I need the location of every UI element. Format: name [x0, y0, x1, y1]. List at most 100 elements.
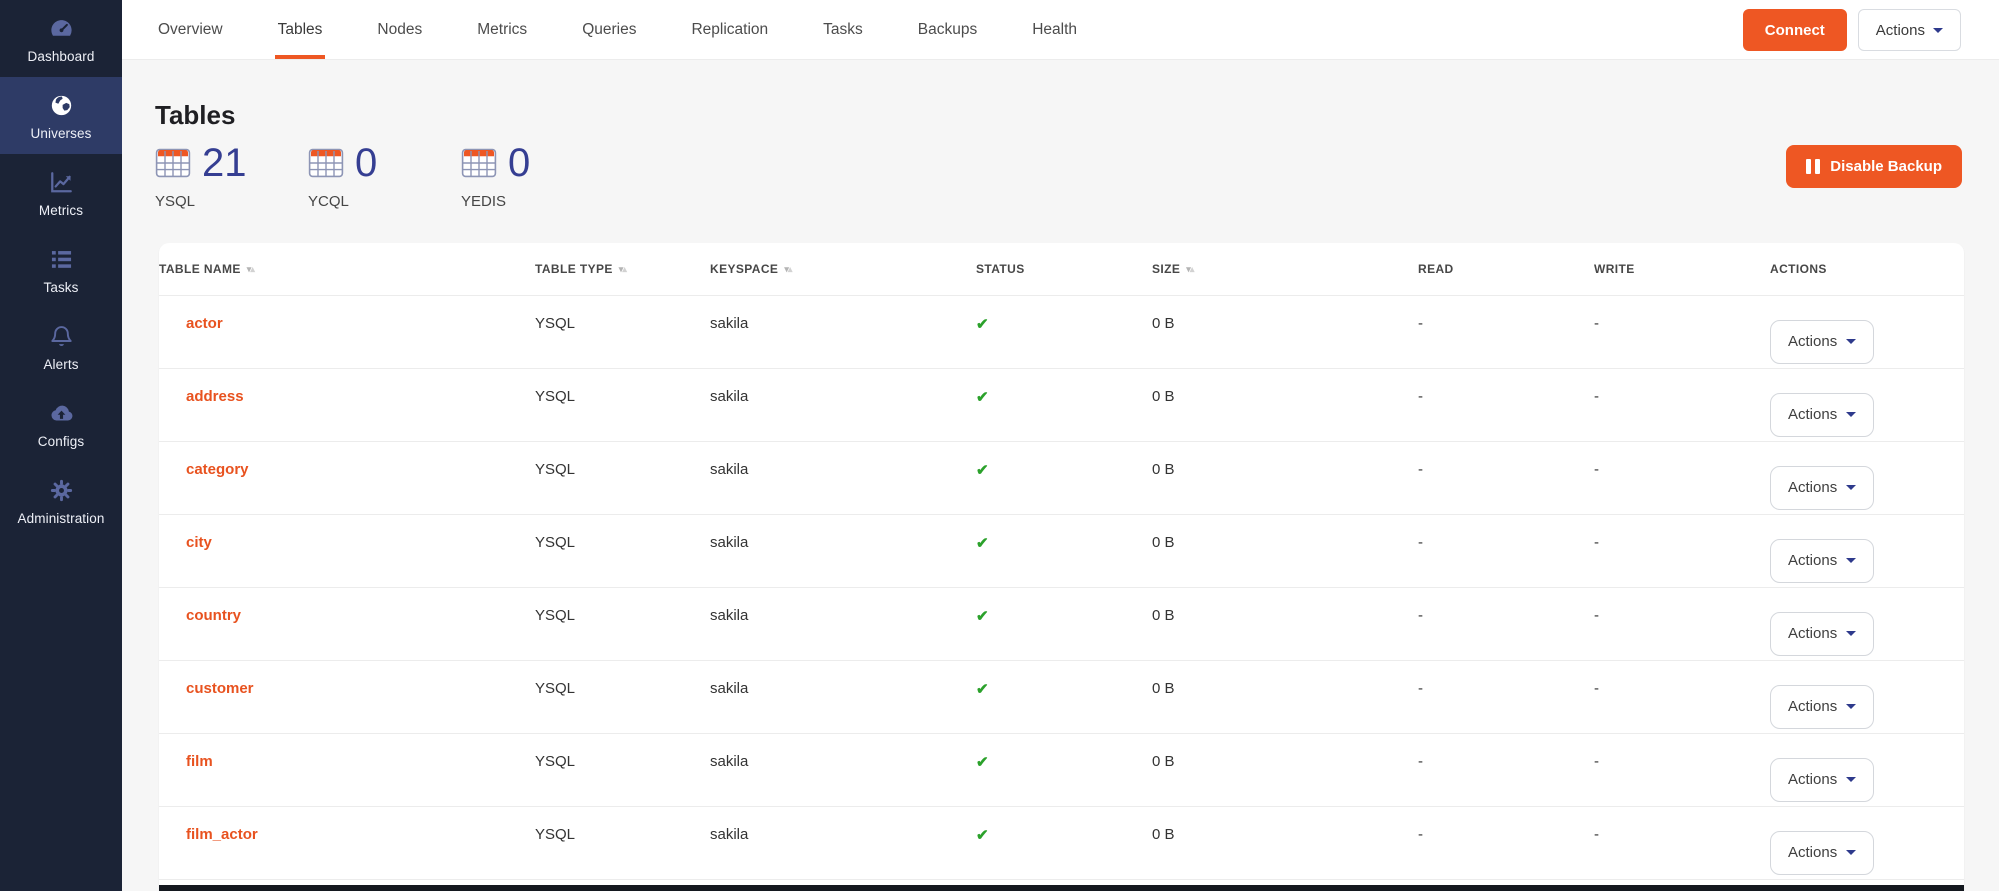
sidebar-item-label: Tasks: [43, 280, 78, 295]
row-actions-button[interactable]: Actions: [1770, 685, 1874, 729]
table-name-link[interactable]: film_actor: [186, 826, 258, 843]
nav-tab[interactable]: Overview: [155, 0, 226, 59]
universe-actions-button[interactable]: Actions: [1858, 9, 1961, 51]
table-name-link[interactable]: city: [186, 534, 212, 551]
column-header[interactable]: READ: [1418, 243, 1594, 295]
row-actions-button[interactable]: Actions: [1770, 320, 1874, 364]
column-header[interactable]: TABLE NAME▾▴: [159, 243, 535, 295]
write-cell: -: [1594, 295, 1770, 368]
row-actions-button[interactable]: Actions: [1770, 758, 1874, 802]
tables-card: TABLE NAME▾▴ TABLE TYPE ▾▴ KEYSPACE▾▴ STA…: [159, 243, 1964, 891]
row-actions-button[interactable]: Actions: [1770, 393, 1874, 437]
table-type-cell: YSQL: [535, 514, 710, 587]
disable-backup-button[interactable]: Disable Backup: [1786, 145, 1962, 188]
column-header[interactable]: WRITE: [1594, 243, 1770, 295]
nav-tab[interactable]: Tables: [275, 0, 326, 59]
table-row: country YSQL sakila ✔ 0 B - - Actions: [159, 587, 1964, 660]
sort-icon[interactable]: ▾▴: [1186, 264, 1193, 274]
nav-tab[interactable]: Health: [1029, 0, 1080, 59]
column-header[interactable]: STATUS: [976, 243, 1152, 295]
table-name-link[interactable]: address: [186, 388, 244, 405]
list-icon: [48, 246, 75, 273]
table-type-cell: YSQL: [535, 441, 710, 514]
table-row: address YSQL sakila ✔ 0 B - - Actions: [159, 368, 1964, 441]
table-name-link[interactable]: customer: [186, 680, 254, 697]
table-counts: 21 YSQL 0 YCQL 0 YEDIS: [155, 140, 614, 210]
column-header-label: STATUS: [976, 262, 1025, 276]
bottom-edge-bar: [159, 885, 1964, 891]
universe-tabs: Overview Tables Nodes Metrics Queries Re…: [155, 0, 1080, 59]
column-header[interactable]: ACTIONS: [1770, 243, 1964, 295]
sidebar-item[interactable]: Alerts: [0, 308, 122, 385]
table-type-cell: YSQL: [535, 587, 710, 660]
table-row: category YSQL sakila ✔ 0 B - - Actions: [159, 441, 1964, 514]
size-cell: 0 B: [1152, 587, 1418, 660]
table-name-link[interactable]: country: [186, 607, 241, 624]
row-actions-button[interactable]: Actions: [1770, 466, 1874, 510]
globe-icon: [48, 92, 75, 119]
row-actions-label: Actions: [1788, 771, 1837, 788]
top-navbar: Overview Tables Nodes Metrics Queries Re…: [122, 0, 1999, 60]
column-header[interactable]: SIZE▾▴: [1152, 243, 1418, 295]
nav-tab[interactable]: Backups: [915, 0, 980, 59]
sidebar-item[interactable]: Tasks: [0, 231, 122, 308]
table-type-cell: YSQL: [535, 733, 710, 806]
sidebar-item[interactable]: Dashboard: [0, 0, 122, 77]
read-cell: -: [1418, 368, 1594, 441]
row-actions-button[interactable]: Actions: [1770, 612, 1874, 656]
sidebar-item[interactable]: Administration: [0, 462, 122, 539]
sort-icon[interactable]: ▾▴: [784, 264, 791, 274]
read-cell: -: [1418, 514, 1594, 587]
table-row: actor YSQL sakila ✔ 0 B - - Actions: [159, 295, 1964, 368]
read-cell: -: [1418, 441, 1594, 514]
chevron-down-icon: [1846, 412, 1856, 417]
keyspace-cell: sakila: [710, 295, 976, 368]
status-success-icon: ✔: [976, 316, 989, 333]
sidebar-item[interactable]: Configs: [0, 385, 122, 462]
chevron-down-icon: [1933, 28, 1943, 33]
read-cell: -: [1418, 587, 1594, 660]
nav-tab[interactable]: Tasks: [820, 0, 866, 59]
chevron-down-icon: [1846, 339, 1856, 344]
table-name-link[interactable]: film: [186, 753, 213, 770]
table-name-link[interactable]: actor: [186, 315, 223, 332]
table-header-row: TABLE NAME▾▴ TABLE TYPE ▾▴ KEYSPACE▾▴ STA…: [159, 243, 1964, 295]
keyspace-cell: sakila: [710, 806, 976, 879]
sidebar-item[interactable]: Universes: [0, 77, 122, 154]
row-actions-button[interactable]: Actions: [1770, 539, 1874, 583]
connect-button[interactable]: Connect: [1743, 9, 1847, 51]
sidebar-item[interactable]: Metrics: [0, 154, 122, 231]
table-count-label: YSQL: [155, 193, 308, 210]
sort-icon[interactable]: ▾▴: [619, 264, 626, 274]
sidebar: Dashboard Universes Metrics Tasks Alerts…: [0, 0, 122, 891]
write-cell: -: [1594, 806, 1770, 879]
chevron-down-icon: [1846, 777, 1856, 782]
sort-icon[interactable]: ▾▴: [247, 264, 254, 274]
table-count-stat: 0 YEDIS: [461, 140, 614, 210]
table-name-link[interactable]: category: [186, 461, 249, 478]
table-icon: [155, 147, 191, 179]
sidebar-item-label: Alerts: [43, 357, 78, 372]
status-success-icon: ✔: [976, 754, 989, 771]
nav-tab[interactable]: Metrics: [474, 0, 530, 59]
table-body: actor YSQL sakila ✔ 0 B - - Actions: [159, 295, 1964, 879]
read-cell: -: [1418, 806, 1594, 879]
row-actions-label: Actions: [1788, 479, 1837, 496]
nav-tab-label: Backups: [918, 21, 977, 39]
table-count-stat: 0 YCQL: [308, 140, 461, 210]
keyspace-cell: sakila: [710, 514, 976, 587]
column-header[interactable]: KEYSPACE▾▴: [710, 243, 976, 295]
keyspace-cell: sakila: [710, 660, 976, 733]
nav-tab[interactable]: Queries: [579, 0, 639, 59]
column-header[interactable]: TABLE TYPE ▾▴: [535, 243, 710, 295]
row-actions-button[interactable]: Actions: [1770, 831, 1874, 875]
status-success-icon: ✔: [976, 608, 989, 625]
universe-actions-label: Actions: [1876, 22, 1925, 39]
disable-backup-label: Disable Backup: [1830, 158, 1942, 175]
nav-tab[interactable]: Nodes: [374, 0, 425, 59]
nav-tab[interactable]: Replication: [688, 0, 771, 59]
size-cell: 0 B: [1152, 295, 1418, 368]
size-cell: 0 B: [1152, 514, 1418, 587]
keyspace-cell: sakila: [710, 441, 976, 514]
column-header-label: TABLE TYPE: [535, 262, 613, 276]
